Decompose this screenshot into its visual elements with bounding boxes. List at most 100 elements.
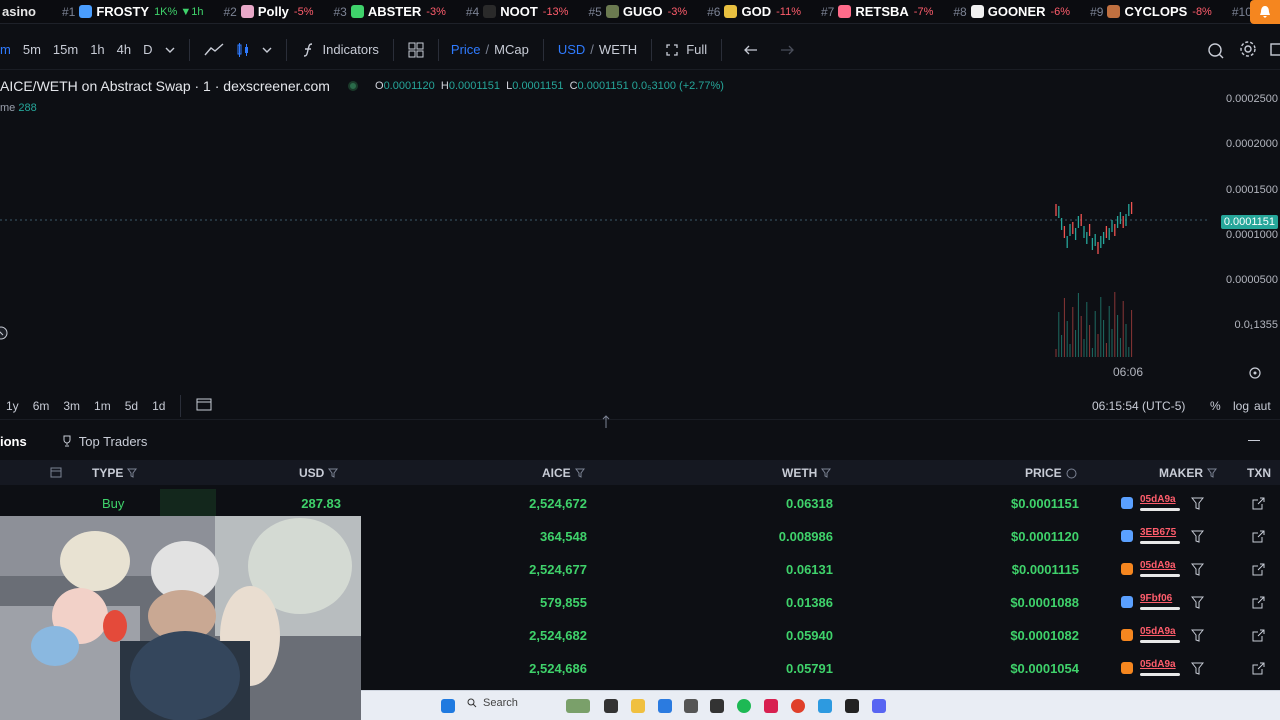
calendar-icon[interactable]	[196, 397, 212, 414]
usd-header[interactable]: USD	[299, 466, 339, 480]
store-icon[interactable]	[658, 699, 672, 713]
external-link-icon[interactable]	[1252, 497, 1265, 513]
weth-option[interactable]: WETH	[599, 42, 637, 57]
app-icon[interactable]	[818, 699, 832, 713]
filter-icon	[821, 468, 832, 478]
price-header[interactable]: PRICE	[1025, 466, 1077, 480]
interval-15m[interactable]: 15m	[53, 42, 78, 57]
chart-toolbar: m 5m 15m 1h 4h D Indicators Price / MCap…	[0, 30, 1280, 70]
filter-icon[interactable]	[1190, 629, 1205, 645]
ticker-item[interactable]: #7 RETSBA -7%	[821, 4, 933, 19]
interval-1h[interactable]: 1h	[90, 42, 104, 57]
range-1m[interactable]: 1m	[94, 399, 111, 413]
notification-button[interactable]	[1250, 0, 1280, 24]
filter-icon[interactable]	[1190, 662, 1205, 678]
file-explorer-icon[interactable]	[631, 699, 645, 713]
indicators-label: Indicators	[322, 42, 379, 57]
gear-icon[interactable]	[1239, 40, 1257, 58]
type-cell: Buy	[102, 496, 125, 511]
maker-address[interactable]: 05dA9a	[1140, 560, 1176, 571]
filter-icon[interactable]	[1190, 596, 1205, 612]
external-link-icon[interactable]	[1252, 662, 1265, 678]
app-icon[interactable]	[684, 699, 698, 713]
weth-cell: 0.06318	[786, 496, 833, 511]
percent-toggle[interactable]: %	[1210, 399, 1221, 413]
weth-header[interactable]: WETH	[782, 466, 832, 480]
external-link-icon[interactable]	[1252, 596, 1265, 612]
task-view-icon[interactable]	[604, 699, 618, 713]
clock-readout[interactable]: 06:15:54 (UTC-5)	[1092, 399, 1185, 413]
usd-option[interactable]: USD	[558, 42, 585, 57]
filter-icon[interactable]	[1190, 530, 1205, 546]
auto-toggle[interactable]: aut	[1254, 399, 1271, 413]
maker-avatar-icon	[1121, 497, 1133, 509]
app-icon[interactable]	[845, 699, 859, 713]
maker-address[interactable]: 9Fbf06	[1140, 593, 1172, 604]
price-chart[interactable]: AICE/WETH on Abstract Swap · 1 · dexscre…	[0, 72, 1280, 390]
tiktok-icon[interactable]	[764, 699, 778, 713]
usd-weth-toggle[interactable]: USD / WETH	[558, 42, 637, 57]
type-header[interactable]: TYPE	[92, 466, 138, 480]
screenshot-icon[interactable]	[1270, 41, 1280, 57]
tab-transactions[interactable]: ions	[0, 434, 27, 449]
discord-icon[interactable]	[872, 699, 886, 713]
interval-d[interactable]: D	[143, 42, 152, 57]
chevron-down-icon[interactable]	[262, 46, 272, 54]
maker-address[interactable]: 05dA9a	[1140, 626, 1176, 637]
range-1y[interactable]: 1y	[6, 399, 19, 413]
range-6m[interactable]: 6m	[33, 399, 50, 413]
app-icon[interactable]	[710, 699, 724, 713]
ticker-item[interactable]: #1 FROSTY 1K% ▼1h	[62, 4, 204, 19]
line-chart-icon[interactable]	[203, 42, 224, 57]
fullscreen-button[interactable]: Full	[666, 42, 707, 57]
redo-icon[interactable]	[780, 44, 795, 56]
zoom-icon[interactable]	[1206, 41, 1224, 59]
maker-address[interactable]: 05dA9a	[1140, 659, 1176, 670]
maker-header[interactable]: MAKER	[1159, 466, 1217, 480]
volume-bars	[1055, 292, 1133, 357]
ticker-symbol: ABSTER	[367, 4, 422, 19]
taskbar-search[interactable]: Search	[467, 697, 518, 709]
maker-address[interactable]: 3EB675	[1140, 527, 1176, 538]
ticker-item[interactable]: #5 GUGO -3%	[588, 4, 687, 19]
y-tick: 0.0002000	[1226, 138, 1278, 150]
external-link-icon[interactable]	[1252, 530, 1265, 546]
range-1d[interactable]: 1d	[152, 399, 165, 413]
range-5d[interactable]: 5d	[125, 399, 138, 413]
filter-icon[interactable]	[1190, 563, 1205, 579]
ticker-item[interactable]: #3 ABSTER -3%	[333, 4, 445, 19]
layouts-icon[interactable]	[408, 42, 424, 58]
interval-5m[interactable]: 5m	[23, 42, 41, 57]
external-link-icon[interactable]	[1252, 563, 1265, 579]
price-option[interactable]: Price	[451, 42, 481, 57]
ticker-item[interactable]: #6 GOD -11%	[707, 4, 801, 19]
candles-icon[interactable]	[236, 42, 250, 58]
drawing-tool-icon[interactable]	[0, 324, 8, 347]
indicators-button[interactable]: Indicators	[301, 42, 379, 58]
aice-header[interactable]: AICE	[542, 466, 585, 480]
price-mcap-toggle[interactable]: Price / MCap	[451, 42, 529, 57]
chevron-down-icon[interactable]	[165, 46, 175, 54]
tab-top-traders[interactable]: Top Traders	[61, 434, 147, 449]
windows-start-icon[interactable]	[441, 699, 455, 713]
interval-m[interactable]: m	[0, 42, 11, 57]
mcap-option[interactable]: MCap	[494, 42, 529, 57]
ticker-item[interactable]: #8 GOONER -6%	[953, 4, 1070, 19]
filter-icon[interactable]	[1190, 497, 1205, 513]
log-toggle[interactable]: log	[1233, 399, 1249, 413]
spotify-icon[interactable]	[737, 699, 751, 713]
undo-icon[interactable]	[744, 44, 758, 56]
interval-4h[interactable]: 4h	[117, 42, 131, 57]
external-link-icon[interactable]	[1252, 629, 1265, 645]
maker-address[interactable]: 05dA9a	[1140, 494, 1176, 505]
date-column-icon[interactable]	[50, 466, 62, 478]
chrome-icon[interactable]	[791, 699, 805, 713]
taskbar-widget-icon[interactable]	[566, 699, 590, 713]
ticker-item[interactable]: #9 CYCLOPS -8%	[1090, 4, 1212, 19]
maker-holdings-bar	[1140, 640, 1180, 643]
range-3m[interactable]: 3m	[63, 399, 80, 413]
minimize-icon[interactable]	[1248, 440, 1260, 441]
ticker-item[interactable]: #4 NOOT -13%	[466, 4, 569, 19]
reset-scale-icon[interactable]	[1248, 366, 1262, 385]
ticker-item[interactable]: #2 Polly -5%	[223, 4, 313, 19]
